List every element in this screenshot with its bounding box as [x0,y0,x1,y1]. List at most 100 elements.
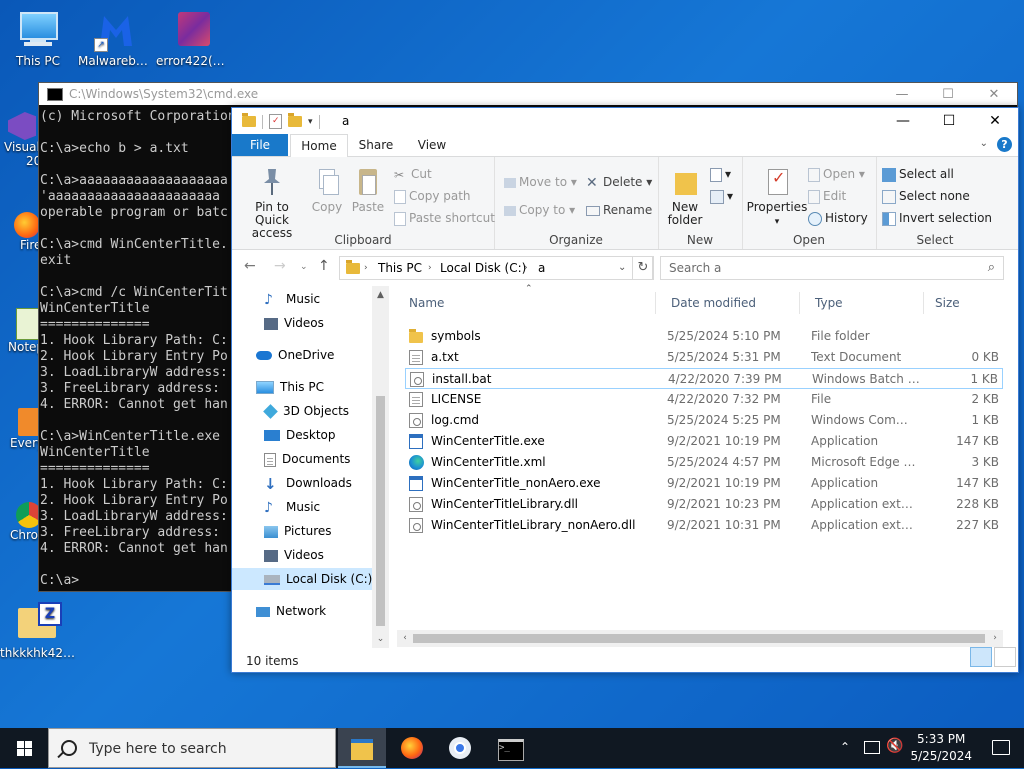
desktop-icon-visual-studio[interactable]: Visual 20 [0,112,41,168]
column-header-type[interactable]: Type [815,292,843,314]
column-header-size[interactable]: Size [935,292,960,314]
move-to-button[interactable]: Move to ▾ [504,173,577,191]
table-row[interactable]: WinCenterTitleLibrary_nonAero.dll 9/2/202… [405,515,1003,536]
paste-button[interactable]: Paste [350,167,386,214]
nav-item-desktop[interactable]: Desktop [232,424,372,446]
cut-button[interactable]: ✂ Cut [394,165,432,183]
nav-item-videos[interactable]: Videos [232,544,372,566]
taskbar-file-explorer[interactable] [338,728,386,768]
help-icon[interactable]: ? [997,137,1012,152]
breadcrumb-local-disk[interactable]: Local Disk (C:) [440,257,526,279]
column-header-name[interactable]: Name [409,292,444,314]
details-view-icon[interactable] [970,647,992,667]
open-button[interactable]: Open ▾ [808,165,865,183]
column-divider[interactable] [799,292,800,314]
scrollbar-thumb[interactable] [376,396,385,626]
rename-button[interactable]: Rename [586,201,652,219]
paste-shortcut-button[interactable]: Paste shortcut [394,209,495,227]
show-hidden-icons-chevron-icon[interactable]: ⌃ [840,740,850,754]
chevron-right-icon[interactable]: › [364,257,368,279]
tab-view[interactable]: View [408,134,456,156]
desktop-icon-firefox[interactable]: Fire [0,212,41,252]
taskbar-search-box[interactable]: Type here to search [48,728,336,768]
nav-item-pictures[interactable]: Pictures [232,520,372,542]
table-row[interactable]: WinCenterTitle.exe 9/2/2021 10:19 PM Appli… [405,431,1003,452]
chevron-down-icon[interactable]: ⌄ [618,257,626,279]
refresh-icon[interactable]: ↻ [632,256,654,280]
forward-arrow-icon[interactable]: → [274,258,286,274]
column-header-date[interactable]: Date modified [671,292,756,314]
copy-button[interactable]: Copy [310,167,344,214]
table-row[interactable]: a.txt 5/25/2024 5:31 PM Text Document 0 KB [405,347,1003,368]
chevron-down-icon[interactable]: ⌄ [980,138,988,149]
select-none-button[interactable]: Select none [882,187,970,205]
easy-access-button[interactable]: ▾ [710,187,733,205]
table-row[interactable]: log.cmd 5/25/2024 5:25 PM Windows Comma...… [405,410,1003,431]
taskbar-cmd[interactable]: >_ [486,728,534,768]
new-folder-quick-icon[interactable] [288,113,302,127]
file-list[interactable]: ⌃ Name Date modified Type Size symbols 5/… [397,284,1003,630]
nav-item-videos[interactable]: Videos [232,312,372,334]
file-list-horizontal-scrollbar[interactable]: ‹ › [397,630,1003,647]
cmd-title-bar[interactable]: C:\Windows\System32\cmd.exe — ☐ ✕ [39,83,1017,105]
column-divider[interactable] [923,292,924,314]
nav-item-music[interactable]: ♪ Music [232,288,372,310]
back-arrow-icon[interactable]: ← [244,258,256,274]
new-folder-button[interactable]: New folder [664,167,706,227]
nav-item-onedrive[interactable]: OneDrive [232,344,372,366]
table-row[interactable]: LICENSE 4/22/2020 7:32 PM File 2 KB [405,389,1003,410]
nav-item-this-pc[interactable]: This PC [232,376,372,398]
scroll-down-icon[interactable]: ⌄ [372,634,389,644]
scroll-right-icon[interactable]: › [987,630,1003,647]
chevron-right-icon[interactable]: › [524,257,528,279]
navigation-pane[interactable]: ♪ Music Videos OneDrive This PC 3D Object… [232,286,372,648]
table-row[interactable]: install.bat 4/22/2020 7:39 PM Windows Batc… [405,368,1003,389]
large-icons-view-icon[interactable] [994,647,1016,667]
tab-share[interactable]: Share [350,134,402,156]
minimize-button[interactable]: — [880,108,926,134]
history-button[interactable]: History [808,209,868,227]
desktop-icon-malwarebytes[interactable]: ↗ Malwarebytes [78,8,154,68]
nav-item-downloads[interactable]: ↓ Downloads [232,472,372,494]
nav-item-network[interactable]: Network [232,600,372,622]
explorer-title-bar[interactable]: ✓ ▾ a — ☐ ✕ [232,108,1018,134]
breadcrumb-this-pc[interactable]: This PC [378,257,422,279]
network-icon[interactable] [864,741,880,754]
search-input[interactable]: Search a ⌕ [660,256,1004,280]
address-bar[interactable]: › This PC › Local Disk (C:) › a ⌄ [339,256,653,280]
scrollbar-thumb[interactable] [413,634,985,643]
up-arrow-icon[interactable]: ↑ [318,258,330,274]
invert-selection-button[interactable]: Invert selection [882,209,992,227]
delete-button[interactable]: ✕ Delete ▾ [586,173,652,191]
tab-file[interactable]: File [232,134,288,156]
nav-item-music[interactable]: ♪ Music [232,496,372,518]
minimize-button[interactable]: — [879,84,925,106]
maximize-button[interactable]: ☐ [925,84,971,106]
select-all-button[interactable]: Select all [882,165,954,183]
recent-locations-chevron-icon[interactable]: ⌄ [300,262,308,272]
close-button[interactable]: ✕ [972,108,1018,134]
start-button[interactable] [0,728,48,768]
scroll-up-icon[interactable]: ▲ [372,290,389,300]
nav-item-documents[interactable]: Documents [232,448,372,470]
explorer-window[interactable]: ✓ ▾ a — ☐ ✕ File Home Share View ⌄ ? Pin t… [231,107,1019,673]
table-row[interactable]: symbols 5/25/2024 5:10 PM File folder [405,326,1003,347]
breadcrumb-a[interactable]: a [538,257,545,279]
copy-path-button[interactable]: Copy path [394,187,471,205]
nav-pane-scrollbar[interactable]: ▲ ⌄ [372,286,389,648]
tab-home[interactable]: Home [290,134,348,158]
copy-to-button[interactable]: Copy to ▾ [504,201,575,219]
taskbar-clock[interactable]: 5:33 PM 5/25/2024 [910,731,972,765]
scroll-left-icon[interactable]: ‹ [397,630,413,647]
properties-button[interactable]: ✓ Properties ▾ [746,167,808,229]
taskbar-firefox[interactable] [388,728,436,768]
table-row[interactable]: WinCenterTitle.xml 5/25/2024 4:57 PM Micro… [405,452,1003,473]
desktop-icon-error-file[interactable]: error422(1).... [156,8,232,68]
close-button[interactable]: ✕ [971,84,1017,106]
desktop-icon-thkkkhk[interactable]: Z thkkkhk422... [0,600,76,660]
nav-item-3d-objects[interactable]: 3D Objects [232,400,372,422]
column-divider[interactable] [655,292,656,314]
taskbar-chrome[interactable] [436,728,484,768]
pin-to-quick-access-button[interactable]: Pin to Quick access [238,167,306,240]
edit-button[interactable]: Edit [808,187,846,205]
